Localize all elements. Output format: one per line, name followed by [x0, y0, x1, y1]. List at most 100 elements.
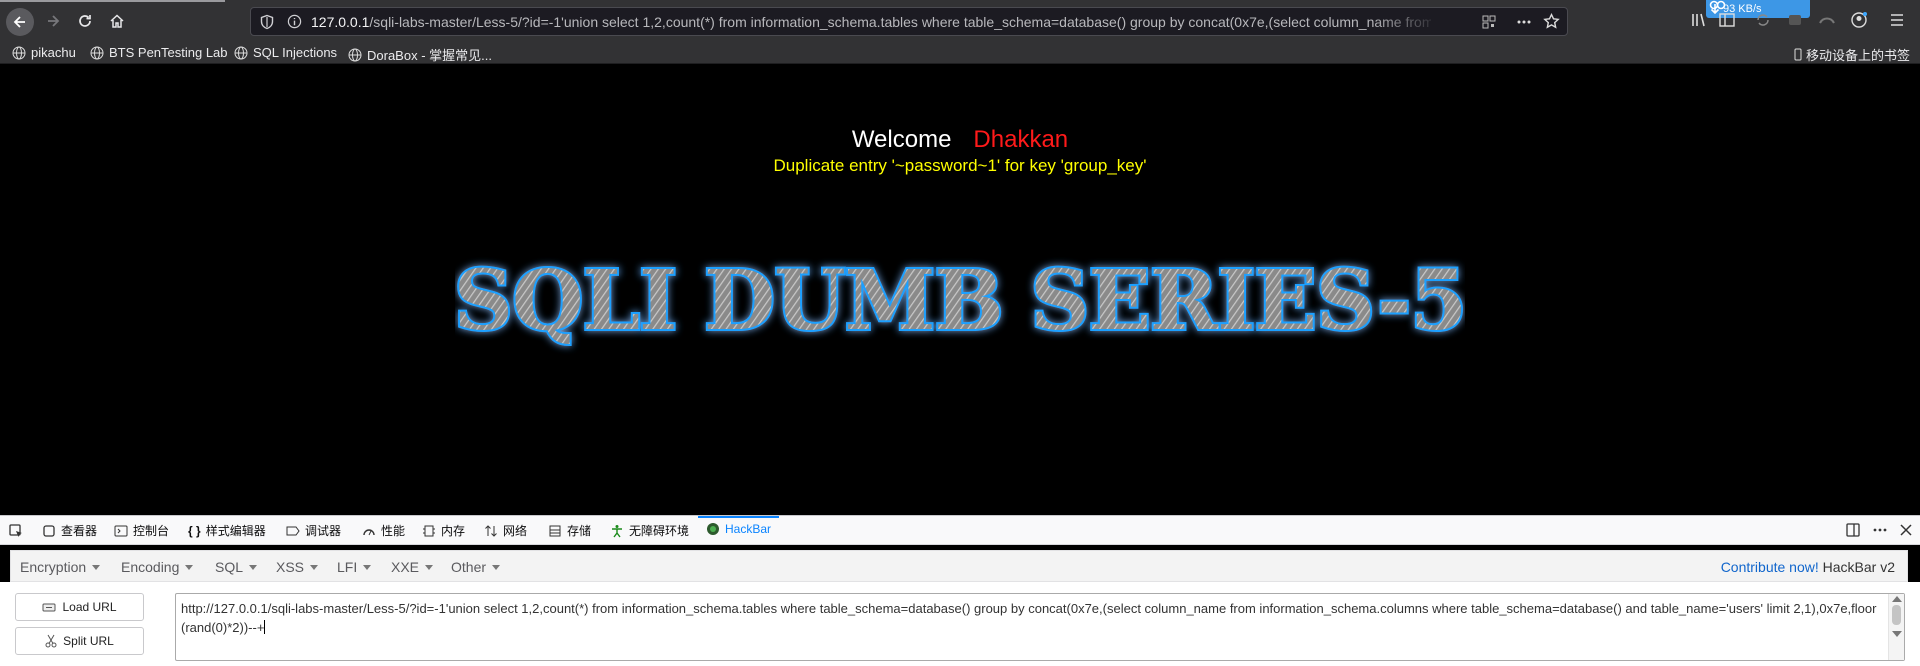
active-tab-indicator — [698, 516, 779, 518]
tab-network[interactable]: 网络 — [484, 522, 527, 539]
extension-alt-icon[interactable] — [1818, 11, 1836, 29]
menu-lfi[interactable]: LFI — [337, 559, 372, 575]
shield-icon[interactable] — [259, 14, 275, 30]
menu-label: XSS — [276, 559, 305, 575]
globe-icon — [12, 46, 26, 59]
mobile-icon — [1794, 48, 1802, 61]
tab-performance[interactable]: 性能 — [362, 522, 405, 539]
load-url-button[interactable]: Load URL — [15, 593, 144, 621]
scroll-up-icon[interactable] — [1892, 596, 1902, 602]
caret-down-icon — [249, 564, 258, 570]
url-textarea[interactable]: http://127.0.0.1/sqli-labs-master/Less-5… — [175, 593, 1905, 661]
qr-code-icon[interactable] — [1481, 14, 1497, 30]
load-url-icon — [42, 603, 56, 612]
library-icon[interactable] — [1690, 11, 1708, 29]
caret-down-icon — [92, 564, 101, 570]
menu-label: Encryption — [20, 559, 87, 575]
forward-button[interactable] — [40, 8, 66, 34]
browser-toolbar: 127.0.0.1/sqli-labs-master/Less-5/?id=-1… — [0, 0, 1920, 42]
tab-debugger[interactable]: 调试器 — [286, 522, 341, 539]
account-icon[interactable] — [1850, 11, 1868, 29]
menu-label: SQL — [215, 559, 244, 575]
url-text[interactable]: 127.0.0.1/sqli-labs-master/Less-5/?id=-1… — [311, 14, 1431, 30]
caret-down-icon — [425, 564, 434, 570]
tab-label: 内存 — [441, 524, 466, 538]
mobile-bookmarks[interactable]: 移动设备上的书签 — [1794, 45, 1910, 64]
bookmark-item[interactable]: SQL Injections — [234, 45, 337, 60]
arrow-right-icon — [48, 15, 60, 27]
sync-icon[interactable] — [1754, 11, 1772, 29]
url-fade — [1371, 10, 1441, 34]
accessibility-icon — [612, 524, 622, 537]
extension-icon[interactable] — [1786, 11, 1804, 29]
page-actions-button[interactable] — [1516, 14, 1532, 33]
storage-icon — [549, 525, 561, 536]
tab-inspector[interactable]: 查看器 — [42, 522, 97, 539]
url-host: 127.0.0.1 — [311, 14, 370, 30]
menu-encryption[interactable]: Encryption — [20, 559, 101, 575]
menu-xss[interactable]: XSS — [276, 559, 319, 575]
tab-label: 网络 — [503, 524, 528, 538]
hackbar-body: Load URL Split URL http://127.0.0.1/sqli… — [0, 582, 1920, 666]
tab-storage[interactable]: 存储 — [548, 522, 591, 539]
textarea-scrollbar[interactable] — [1888, 594, 1904, 660]
caret-down-icon — [310, 564, 319, 570]
menu-other[interactable]: Other — [451, 559, 501, 575]
text-cursor — [264, 620, 266, 634]
back-button[interactable] — [6, 8, 34, 36]
caret-down-icon — [185, 564, 194, 570]
split-url-button[interactable]: Split URL — [15, 627, 144, 655]
menu-encoding[interactable]: Encoding — [121, 559, 194, 575]
reload-button[interactable] — [72, 8, 98, 34]
menu-label: Other — [451, 559, 487, 575]
tab-accessibility[interactable]: 无障碍环境 — [610, 522, 689, 539]
sidebar-icon[interactable] — [1718, 11, 1736, 29]
home-button[interactable] — [104, 8, 130, 34]
series-title-image: SQLI DUMB SERIES-5 — [455, 251, 1465, 351]
address-bar[interactable]: 127.0.0.1/sqli-labs-master/Less-5/?id=-1… — [250, 7, 1568, 36]
tab-label: 性能 — [381, 524, 406, 538]
caret-down-icon — [363, 564, 372, 570]
bookmark-item[interactable]: pikachu — [12, 45, 76, 60]
bookmark-star-icon[interactable] — [1543, 13, 1560, 30]
bookmark-label: pikachu — [31, 45, 76, 60]
memory-chip-icon — [423, 525, 435, 536]
caret-down-icon — [492, 564, 501, 570]
welcome-line: Welcome Dhakkan — [0, 126, 1920, 154]
info-icon[interactable] — [287, 14, 302, 29]
series-title-text: SQLI DUMB SERIES-5 — [455, 253, 1465, 349]
dock-side-icon[interactable] — [1845, 522, 1861, 538]
scroll-down-icon[interactable] — [1892, 631, 1902, 637]
tab-style-editor[interactable]: { } 样式编辑器 — [188, 522, 266, 539]
scroll-thumb[interactable] — [1892, 605, 1901, 625]
tab-label: HackBar — [725, 522, 772, 536]
menu-label: XXE — [391, 559, 420, 575]
element-picker-icon[interactable] — [8, 523, 24, 539]
menu-label: Encoding — [121, 559, 180, 575]
tab-hackbar[interactable]: HackBar — [706, 522, 771, 536]
menu-icon[interactable] — [1888, 11, 1906, 29]
bookmark-item[interactable]: BTS PenTesting Lab — [90, 45, 228, 60]
menu-xxe[interactable]: XXE — [391, 559, 434, 575]
contribute-link[interactable]: Contribute now! — [1721, 559, 1819, 575]
reload-icon — [79, 15, 91, 27]
close-icon[interactable] — [1898, 522, 1914, 538]
sql-error-message: Duplicate entry '~password~1' for key 'g… — [773, 156, 1147, 175]
braces-icon: { } — [188, 523, 201, 538]
tab-label: 调试器 — [305, 524, 342, 538]
bookmark-label: SQL Injections — [253, 45, 338, 60]
tab-console[interactable]: 控制台 — [114, 522, 169, 539]
console-icon — [114, 525, 128, 536]
bookmark-item[interactable]: DoraBox - 掌握常见... — [348, 45, 492, 64]
tab-label: 样式编辑器 — [205, 524, 266, 538]
more-options-icon[interactable] — [1872, 522, 1888, 538]
page-content: Welcome Dhakkan Duplicate entry '~passwor… — [0, 64, 1920, 515]
home-icon — [110, 14, 124, 28]
inspector-icon — [43, 524, 55, 537]
tab-memory[interactable]: 内存 — [422, 522, 465, 539]
hackbar-logo-icon — [707, 523, 719, 535]
menu-sql[interactable]: SQL — [215, 559, 258, 575]
tab-label: 无障碍环境 — [629, 524, 690, 538]
url-path: /sqli-labs-master/Less-5/?id=-1'union se… — [369, 14, 1431, 30]
hackbar-version: HackBar v2 — [1822, 559, 1895, 575]
